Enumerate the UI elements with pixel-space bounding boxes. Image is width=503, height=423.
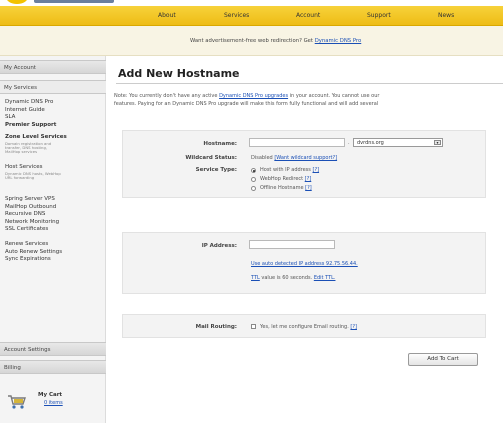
- hostname-input[interactable]: [249, 138, 345, 147]
- auto-detected-ip-link[interactable]: Use auto detected IP address 92.75.56.44…: [251, 261, 358, 267]
- sidebar-item-sla[interactable]: SLA: [5, 114, 103, 122]
- dyn-logo-wordmark[interactable]: [34, 0, 114, 3]
- note-upgrades-link[interactable]: Dynamic DNS Pro upgrades: [219, 93, 288, 99]
- sidebar-item-network-monitoring[interactable]: Network Monitoring: [5, 219, 103, 227]
- help-icon[interactable]: [?]: [305, 185, 312, 191]
- ad-banner: Want advertisement-free web redirection?…: [0, 26, 503, 56]
- sidebar-item-mailhop-outbound[interactable]: MailHop Outbound: [5, 204, 103, 212]
- title-divider: [116, 83, 503, 84]
- sidebar-item-internet-guide[interactable]: Internet Guide: [5, 107, 103, 115]
- radio-webhop-redirect[interactable]: [251, 177, 256, 182]
- sidebar-item-dynamic-dns-pro[interactable]: Dynamic DNS Pro: [5, 99, 103, 107]
- sidebar-header-billing[interactable]: Billing: [0, 360, 106, 374]
- page-title: Add New Hostname: [118, 67, 240, 80]
- help-icon[interactable]: [?]: [350, 324, 357, 330]
- cart-items-link[interactable]: 0 items: [44, 400, 63, 406]
- domain-select[interactable]: dvrdns.org ▾: [353, 138, 443, 147]
- sidebar-group-zone: Zone Level Services Domain registration …: [5, 134, 103, 155]
- host-desc-line: URL forwarding: [5, 175, 35, 180]
- nav-news[interactable]: News: [438, 12, 454, 19]
- sidebar-group-other: Spring Server VPS MailHop Outbound Recur…: [5, 196, 103, 234]
- hostname-panel: Hostname: . dvrdns.org ▾ Wildcard Status…: [122, 130, 486, 198]
- edit-ttl-link[interactable]: Edit TTL.: [314, 275, 336, 281]
- sidebar-header-my-services[interactable]: My Services: [0, 80, 106, 94]
- sidebar-group-host: Host Services Dynamic DNS hosts, WebHop …: [5, 164, 103, 180]
- ip-address-label: IP Address:: [201, 243, 237, 249]
- sidebar-header-my-account[interactable]: My Account: [0, 60, 106, 74]
- mail-routing-panel: Mail Routing: Yes, let me configure Emai…: [122, 314, 486, 338]
- nav-support[interactable]: Support: [367, 12, 391, 19]
- ttl-info: TTL value is 60 seconds. Edit TTL.: [251, 275, 336, 281]
- note-line-1: Note: You currently don't have any activ…: [114, 93, 380, 99]
- main-nav: About Services Account Support News: [0, 6, 503, 26]
- wildcard-support-link[interactable]: [Want wildcard support?]: [274, 155, 337, 161]
- cart-icon[interactable]: [6, 392, 28, 410]
- sidebar-item-sync-expirations[interactable]: Sync Expirations: [5, 256, 103, 264]
- radio-webhop-redirect-label: WebHop Redirect: [260, 176, 304, 182]
- dyn-logo-icon[interactable]: [6, 0, 28, 4]
- sidebar-item-recursive-dns[interactable]: Recursive DNS: [5, 211, 103, 219]
- sidebar-header-account-settings[interactable]: Account Settings: [0, 342, 106, 356]
- radio-offline-hostname-label: Offline Hostname: [260, 185, 304, 191]
- sidebar-item-premier-support[interactable]: Premier Support: [5, 122, 103, 130]
- ad-text: Want advertisement-free web redirection?…: [190, 38, 362, 44]
- radio-host-with-ip-label: Host with IP address: [260, 167, 311, 173]
- nav-services[interactable]: Services: [224, 12, 249, 19]
- mail-routing-label: Mail Routing:: [195, 324, 237, 330]
- nav-account[interactable]: Account: [296, 12, 320, 19]
- mail-routing-text: Yes, let me configure Email routing.: [260, 324, 349, 330]
- hostname-dot: .: [348, 140, 350, 146]
- nav-about[interactable]: About: [158, 12, 176, 19]
- top-header: About Services Account Support News: [0, 0, 503, 26]
- sidebar-group-renew: Renew Services Auto Renew Settings Sync …: [5, 241, 103, 264]
- wildcard-label: Wildcard Status:: [185, 155, 237, 161]
- mail-routing-checkbox[interactable]: [251, 324, 256, 329]
- wildcard-status: Disabled [Want wildcard support?]: [251, 155, 338, 161]
- upgrade-note: Note: You currently don't have any activ…: [114, 92, 503, 108]
- ip-address-input[interactable]: [249, 240, 335, 249]
- chevron-down-icon[interactable]: ▾: [434, 140, 441, 145]
- add-to-cart-button[interactable]: Add To Cart: [408, 353, 478, 366]
- ip-address-panel: IP Address: Use auto detected IP address…: [122, 232, 486, 294]
- hostname-label: Hostname:: [203, 141, 237, 147]
- radio-host-with-ip[interactable]: [251, 168, 256, 173]
- ttl-link[interactable]: TTL: [251, 275, 260, 281]
- zone-desc-line: MailHop services: [5, 149, 38, 155]
- main-content: Add New Hostname Note: You currently don…: [106, 56, 503, 423]
- ad-dynamic-dns-pro-link[interactable]: Dynamic DNS Pro: [315, 38, 362, 44]
- sidebar-item-renew-services[interactable]: Renew Services: [5, 241, 103, 249]
- sidebar-item-spring-server-vps[interactable]: Spring Server VPS: [5, 196, 103, 204]
- sidebar-item-ssl-certificates[interactable]: SSL Certificates: [5, 226, 103, 234]
- sidebar: My Account My Services Dynamic DNS Pro I…: [0, 56, 106, 423]
- help-icon[interactable]: [?]: [313, 167, 320, 173]
- note-line-2: features. Paying for an Dynamic DNS Pro …: [114, 101, 379, 107]
- radio-offline-hostname[interactable]: [251, 186, 256, 191]
- service-type-label: Service Type:: [195, 167, 237, 173]
- sidebar-item-auto-renew-settings[interactable]: Auto Renew Settings: [5, 249, 103, 257]
- sidebar-group-upgrades: Dynamic DNS Pro Internet Guide SLA Premi…: [5, 99, 103, 129]
- help-icon[interactable]: [?]: [305, 176, 312, 182]
- cart-title: My Cart: [38, 392, 63, 398]
